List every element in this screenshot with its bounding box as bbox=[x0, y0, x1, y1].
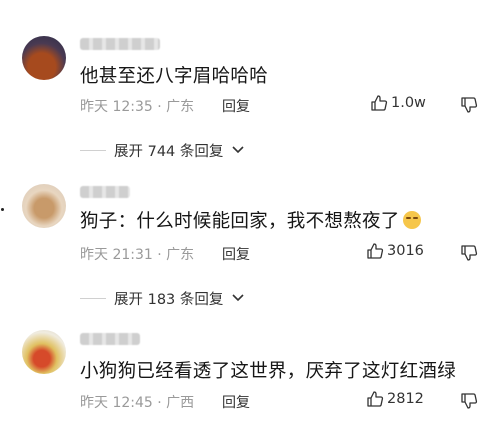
username-blurred[interactable] bbox=[80, 38, 160, 50]
expand-replies-button[interactable]: 展开 183 条回复 bbox=[80, 288, 245, 309]
expand-replies-label: 展开 744 条回复 bbox=[114, 144, 224, 160]
like-count: 3016 bbox=[387, 243, 424, 259]
thumbs-down-icon bbox=[460, 244, 478, 262]
reply-button[interactable]: 回复 bbox=[222, 96, 250, 116]
smirk-face-emoji bbox=[402, 211, 421, 229]
expand-replies-button[interactable]: 展开 744 条回复 bbox=[80, 140, 245, 161]
avatar[interactable] bbox=[22, 330, 66, 374]
chevron-down-icon bbox=[231, 143, 245, 159]
comment-text: 他甚至还八字眉哈哈哈 bbox=[80, 66, 269, 87]
like-count: 1.0w bbox=[391, 95, 426, 111]
like-button[interactable]: 2812 bbox=[366, 390, 424, 408]
dislike-button[interactable] bbox=[460, 244, 478, 262]
divider-line bbox=[80, 150, 106, 151]
comment-text-content: 狗子：什么时候能回家，我不想熬夜了 bbox=[80, 211, 400, 232]
comment-meta: 昨天 12:45 · 广西 bbox=[80, 395, 195, 411]
username-blurred[interactable] bbox=[80, 333, 140, 345]
divider-line bbox=[80, 298, 106, 299]
thumbs-up-icon bbox=[366, 242, 384, 260]
stray-dot bbox=[1, 208, 4, 211]
like-button[interactable]: 3016 bbox=[366, 242, 424, 260]
comment-text: 狗子：什么时候能回家，我不想熬夜了 bbox=[80, 207, 421, 233]
avatar[interactable] bbox=[22, 36, 66, 80]
thumbs-down-icon bbox=[460, 392, 478, 410]
thumbs-down-icon bbox=[460, 96, 478, 114]
avatar[interactable] bbox=[22, 184, 66, 228]
reply-button[interactable]: 回复 bbox=[222, 392, 250, 412]
thumbs-up-icon bbox=[366, 390, 384, 408]
like-count: 2812 bbox=[387, 391, 424, 407]
username-blurred[interactable] bbox=[80, 186, 130, 198]
expand-replies-label: 展开 183 条回复 bbox=[114, 292, 224, 308]
chevron-down-icon bbox=[231, 291, 245, 307]
like-button[interactable]: 1.0w bbox=[370, 94, 426, 112]
thumbs-up-icon bbox=[370, 94, 388, 112]
dislike-button[interactable] bbox=[460, 96, 478, 114]
comment-meta: 昨天 21:31 · 广东 bbox=[80, 247, 195, 263]
comment-text: 小狗狗已经看透了这世界，厌弃了这灯红酒绿 bbox=[80, 361, 457, 382]
dislike-button[interactable] bbox=[460, 392, 478, 410]
reply-button[interactable]: 回复 bbox=[222, 244, 250, 264]
comment-meta: 昨天 12:35 · 广东 bbox=[80, 99, 195, 115]
